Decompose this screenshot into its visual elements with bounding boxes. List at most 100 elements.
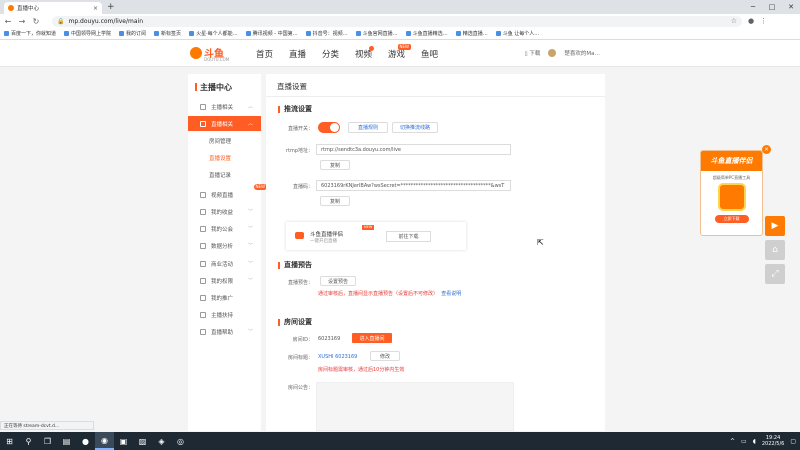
bookmark-item[interactable]: 斗鱼直播精选… [405, 30, 448, 37]
sidebar-item-data[interactable]: 数据分析 ﹀ [188, 238, 261, 253]
obs-icon[interactable]: ◎ [171, 432, 190, 450]
nav-live[interactable]: 直播 [281, 48, 314, 60]
reload-icon[interactable]: ↻ [32, 17, 40, 26]
preview-help-link[interactable]: 查看说明 [441, 291, 461, 297]
chrome-icon[interactable]: ◉ [95, 432, 114, 450]
header-right: ▯ 下载 楚喜欢的Ma… [525, 49, 600, 57]
bookmark-star-icon[interactable]: ☆ [731, 17, 737, 25]
clock[interactable]: 19:24 2022/5/6 [762, 435, 784, 447]
forward-icon[interactable]: → [18, 17, 26, 26]
task-view-icon[interactable]: ❐ [38, 432, 57, 450]
bookmark-item[interactable]: 精选直播… [455, 30, 488, 37]
download-link[interactable]: ▯ 下载 [525, 49, 541, 57]
chevron-up-icon[interactable]: ^ [730, 438, 735, 445]
nav-video[interactable]: 视频 [347, 46, 380, 60]
close-window-button[interactable]: ✕ [786, 1, 796, 13]
app-icon[interactable]: ▨ [133, 432, 152, 450]
stream-code-field[interactable]: 6023169rKNJerIBAw?wsSecret=*************… [316, 180, 511, 191]
bookmark-item[interactable]: 中国领导网上学院 [64, 30, 111, 37]
sidebar-item-help[interactable]: 直播帮助 ﹀ [188, 324, 261, 339]
new-tab-button[interactable]: + [107, 2, 115, 12]
copy-rtmp-button[interactable]: 复制 [320, 160, 350, 170]
sidebar-sub-room[interactable]: 房间管理 [188, 134, 261, 148]
float-close-icon[interactable]: × [762, 145, 771, 154]
omnibox[interactable]: 🔒 mp.douyu.com/live/main ☆ [52, 15, 742, 27]
tab-close-icon[interactable]: × [93, 5, 98, 12]
rtmp-label: rtmp地址： [285, 148, 313, 154]
nav-category[interactable]: 分类 [314, 48, 347, 60]
sidebar-item-live[interactable]: 直播相关 ︿ [188, 116, 261, 131]
minimize-button[interactable]: ─ [748, 1, 758, 13]
bookmark-item[interactable]: 斗鱼官网直播… [355, 30, 398, 37]
preview-note: 通过审核后，直播间显示直播预告（设置后不可修改） 查看说明 [318, 291, 462, 297]
set-preview-button[interactable]: 设置预告 [320, 276, 356, 286]
bookmark-item[interactable]: 斗鱼 让每个人… [495, 30, 539, 37]
nav-yuba[interactable]: 鱼吧 [413, 48, 446, 60]
lock-icon[interactable]: 🔒 [57, 18, 64, 25]
sidebar-item-permissions[interactable]: 我的权限 ﹀ [188, 273, 261, 288]
username[interactable]: 楚喜欢的Ma… [564, 49, 600, 57]
wechat-icon[interactable]: ● [76, 432, 95, 450]
bookmark-item[interactable]: 新标签页 [154, 30, 181, 37]
megaphone-icon [200, 294, 206, 301]
bookmark-item[interactable]: 抖音号：视频… [305, 30, 348, 37]
start-icon[interactable]: ⊞ [0, 432, 19, 450]
app-icon[interactable]: ◈ [152, 432, 171, 450]
heart-icon [200, 311, 206, 318]
video-icon [200, 191, 206, 198]
mouse-cursor-icon: ⇱ [537, 238, 544, 247]
sidebar-item-guild[interactable]: 我的公会 ﹀ [188, 221, 261, 236]
bookmark-icon [455, 31, 461, 36]
sidebar-item-promotion[interactable]: 我的推广 [188, 290, 261, 305]
copy-code-button[interactable]: 复制 [320, 196, 350, 206]
sidebar-item-video-live[interactable]: 视频直播 [188, 187, 261, 202]
nav-home[interactable]: 首页 [248, 48, 281, 60]
rtmp-address-field[interactable]: rtmp://sendtc3a.douyu.com/live [316, 144, 511, 155]
notification-icon[interactable]: ▢ [790, 438, 796, 445]
chevron-up-icon: ︿ [247, 121, 253, 127]
profile-icon[interactable]: ● [748, 17, 754, 25]
play-side-button[interactable]: ▶ [765, 216, 785, 236]
title-divider [266, 96, 605, 97]
sidebar-item-anchor[interactable]: 主播相关 ︿ [188, 99, 261, 114]
sidebar-item-income[interactable]: 我的收益 ﹀ [188, 204, 261, 219]
app-icon[interactable]: ▣ [114, 432, 133, 450]
volume-icon[interactable]: ◖ [753, 438, 756, 445]
enter-room-button[interactable]: 进入直播间 [352, 333, 392, 343]
live-rules-button[interactable]: 直播规则 [348, 122, 388, 133]
url-text[interactable]: mp.douyu.com/live/main [68, 18, 726, 25]
back-icon[interactable]: ← [4, 17, 12, 26]
douyu-logo[interactable]: 斗鱼 DOUYU.COM [190, 45, 229, 62]
float-card-desc: 超级简单PC直播工具 [712, 175, 751, 180]
bookmark-item[interactable]: 火星·每个人都能… [189, 30, 238, 37]
explorer-icon[interactable]: ▤ [57, 432, 76, 450]
search-icon[interactable]: ⚲ [19, 432, 38, 450]
bookmark-item[interactable]: 我的订阅 [119, 30, 146, 37]
switch-label: 直播开关： [287, 126, 313, 132]
sidebar-item-business[interactable]: 商业活动 ﹀ [188, 256, 261, 271]
menu-icon[interactable]: ⋮ [760, 17, 767, 25]
sidebar-sub-settings[interactable]: 直播设置 [188, 151, 261, 165]
sidebar-sub-records[interactable]: 直播记录 [188, 168, 261, 182]
avatar[interactable] [548, 49, 557, 57]
clock-date: 2022/5/6 [761, 441, 785, 447]
sidebar-item-support[interactable]: 主播扶持 [188, 307, 261, 322]
nav-games[interactable]: 游戏 NEW [380, 44, 413, 60]
companion-float-card[interactable]: 斗鱼直播伴侣 超级简单PC直播工具 立即下载 [700, 150, 763, 236]
float-download-button[interactable]: 立即下载 [714, 215, 749, 223]
edit-title-button[interactable]: 修改 [370, 351, 400, 361]
expand-side-button[interactable]: ⤢ [765, 264, 785, 284]
promo-download-button[interactable]: 前往下载 [386, 231, 431, 242]
live-toggle[interactable] [318, 122, 340, 133]
key-icon [200, 277, 206, 284]
bookmark-item[interactable]: 百度一下，你就知道 [4, 30, 56, 37]
chevron-up-icon: ︿ [247, 104, 253, 110]
bookmark-item[interactable]: 腾讯视频 - 中国第… [245, 30, 298, 37]
maximize-button[interactable]: □ [767, 1, 777, 13]
switch-line-button[interactable]: 切换推流线路 [392, 122, 438, 133]
room-title-value[interactable]: XUSHI 6023169 [318, 354, 357, 360]
network-icon[interactable]: ▭ [741, 438, 747, 445]
home-side-button[interactable]: ⌂ [765, 240, 785, 260]
room-notice-textarea[interactable] [316, 382, 514, 431]
browser-tab[interactable]: 直播中心 × [4, 2, 102, 14]
